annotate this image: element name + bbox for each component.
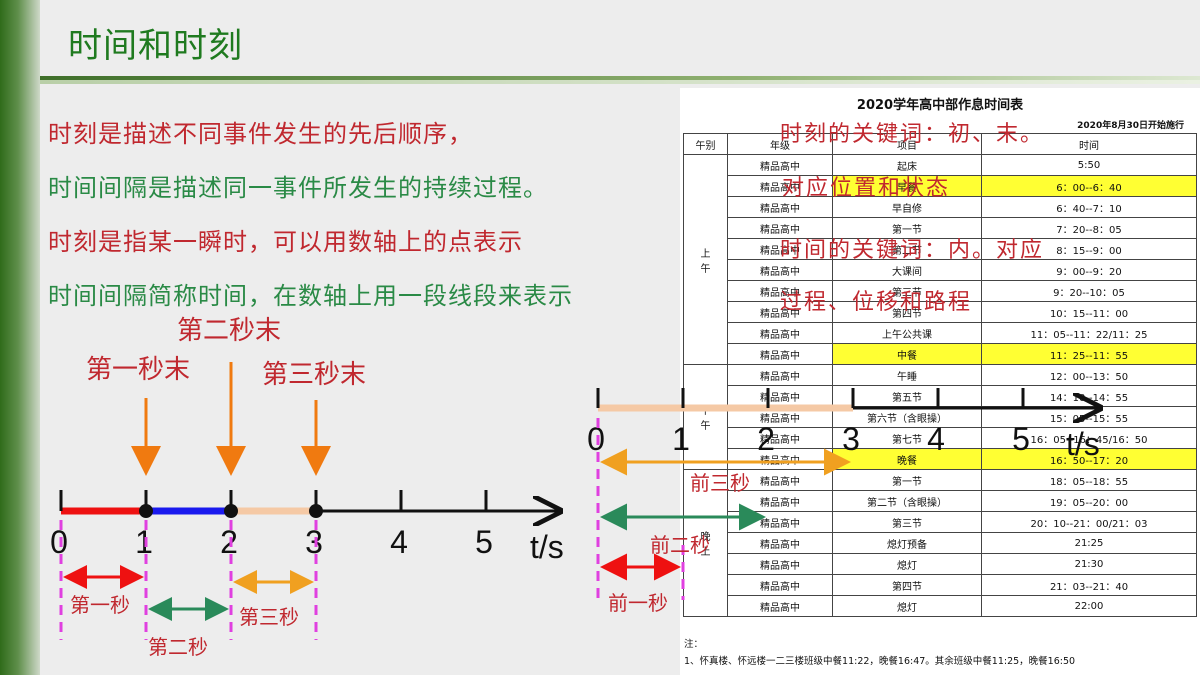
right-tick-4: 4	[927, 421, 945, 457]
definition-line-2: 时间间隔是描述同一事件所发生的持续过程。	[48, 174, 548, 202]
tick-label-4: 4	[390, 524, 408, 560]
schedule-note-label: 注：	[684, 639, 704, 650]
overlay-note-3: 时间的关键词：内。对应	[780, 238, 1045, 263]
schedule-row: 精品高中 上午公共课 11：05--11：22/11：25	[684, 322, 1197, 344]
header-period: 午别	[683, 133, 728, 155]
axis-unit-label: t/s	[530, 529, 564, 565]
tick-label-0: 0	[50, 524, 68, 560]
schedule-cell-time: 5:50	[981, 154, 1197, 176]
tick-label-3: 3	[305, 524, 323, 560]
left-time-axis-diagram: 第一秒末 第二秒末 第三秒末 0 1 2 3 4 5 t/s 第一秒 第二秒 第	[50, 315, 564, 659]
right-interval-guides	[596, 418, 685, 600]
tick-label-2: 2	[220, 524, 238, 560]
schedule-cell-item: 上午公共课	[832, 322, 982, 344]
schedule-cell-time: 10：15--11：00	[981, 301, 1197, 323]
title-underline-light	[40, 80, 1200, 84]
right-tick-1: 1	[672, 421, 690, 457]
interval-label-1: 第一秒	[70, 594, 130, 617]
schedule-cell-grade: 精品高中	[727, 322, 833, 344]
schedule-note-1: 1、怀真楼、怀远楼一二三楼班级中餐11:22，晚餐16:47。其余班级中餐11:…	[684, 656, 1076, 667]
overlay-note-4: 过程、位移和路程	[780, 290, 973, 315]
schedule-date-note: 2020年8月30日开始施行	[1077, 121, 1184, 131]
right-time-axis-diagram: 0 1 2 3 4 5 t/s 前三秒 前二秒 前一秒	[587, 388, 1200, 615]
right-tick-0: 0	[587, 421, 605, 457]
moment-point-2	[224, 504, 238, 518]
schedule-cell-time: 11：05--11：22/11：25	[981, 322, 1197, 344]
right-tick-2: 2	[757, 421, 775, 457]
schedule-cell-grade: 精品高中	[727, 343, 833, 365]
schedule-title: 2020学年高中部作息时间表	[856, 98, 1024, 113]
moment-label-1: 第一秒末	[86, 354, 190, 384]
definition-line-3: 时刻是指某一瞬时，可以用数轴上的点表示	[48, 228, 523, 256]
schedule-cell-time: 9：20--10：05	[981, 280, 1197, 302]
moment-label-3: 第三秒末	[262, 359, 366, 389]
schedule-notes: 注： 1、怀真楼、怀远楼一二三楼班级中餐11:22，晚餐16:47。其余班级中餐…	[684, 636, 1075, 670]
tick-label-5: 5	[475, 524, 493, 560]
schedule-cell-time: 6：00--6：40	[981, 175, 1197, 197]
definition-line-1: 时刻是描述不同事件发生的先后顺序，	[48, 120, 473, 148]
schedule-row: 精品高中 中餐 11：25--11：55	[684, 343, 1197, 365]
right-axis-unit: t/s	[1066, 426, 1100, 462]
schedule-cell-time: 6：40--7：10	[981, 196, 1197, 218]
overlay-note-2: 对应位置和状态	[782, 176, 951, 201]
right-tick-5: 5	[1012, 421, 1030, 457]
right-interval-label-2: 前二秒	[650, 534, 710, 557]
slide-title: 时间和时刻	[68, 26, 243, 66]
tick-label-1: 1	[135, 524, 153, 560]
moment-point-1	[139, 504, 153, 518]
right-interval-label-1: 前一秒	[608, 592, 668, 615]
moment-label-2: 第二秒末	[177, 315, 281, 345]
moment-point-3	[309, 504, 323, 518]
schedule-cell-time: 11：25--11：55	[981, 343, 1197, 365]
interval-label-3: 第三秒	[239, 606, 299, 629]
schedule-cell-item: 中餐	[832, 343, 982, 365]
overlay-note-1: 时刻的关键词：初、末。	[780, 122, 1045, 147]
interval-label-2: 第二秒	[148, 636, 208, 659]
period-am: 上 午	[683, 154, 728, 365]
right-interval-label-3: 前三秒	[690, 472, 750, 495]
right-tick-3: 3	[842, 421, 860, 457]
